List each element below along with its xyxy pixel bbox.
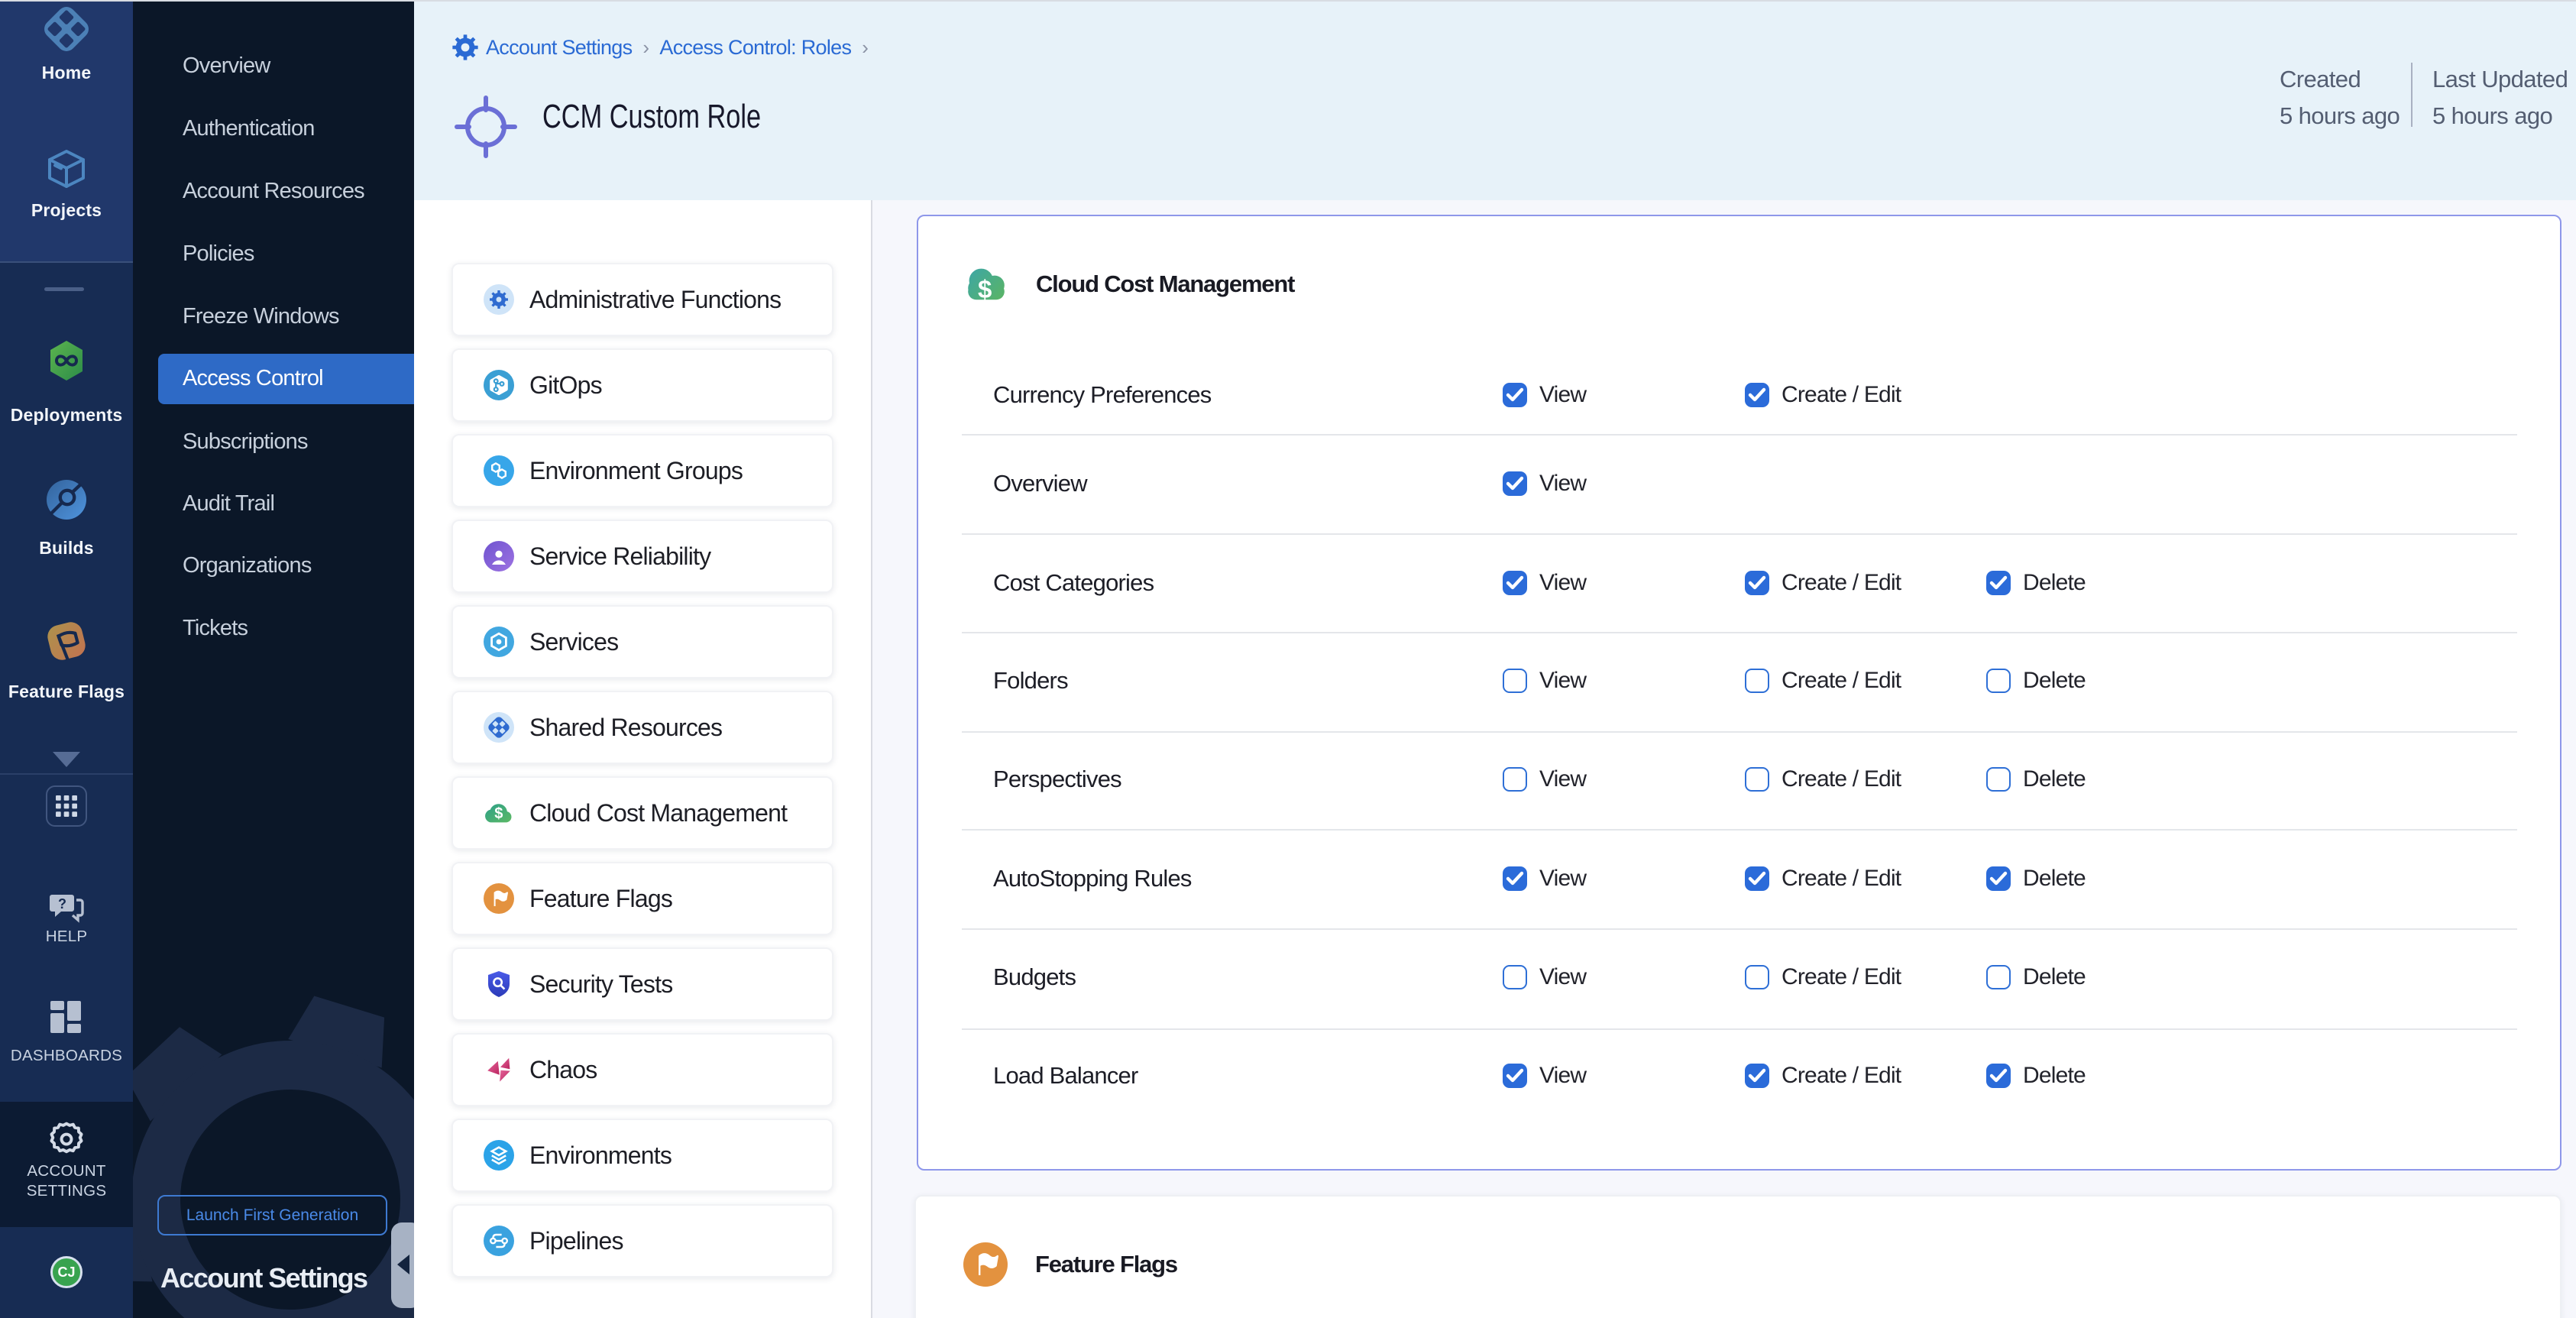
svg-text:$: $ — [978, 275, 992, 303]
svg-text:?: ? — [58, 896, 66, 912]
svg-text:$: $ — [494, 805, 503, 822]
